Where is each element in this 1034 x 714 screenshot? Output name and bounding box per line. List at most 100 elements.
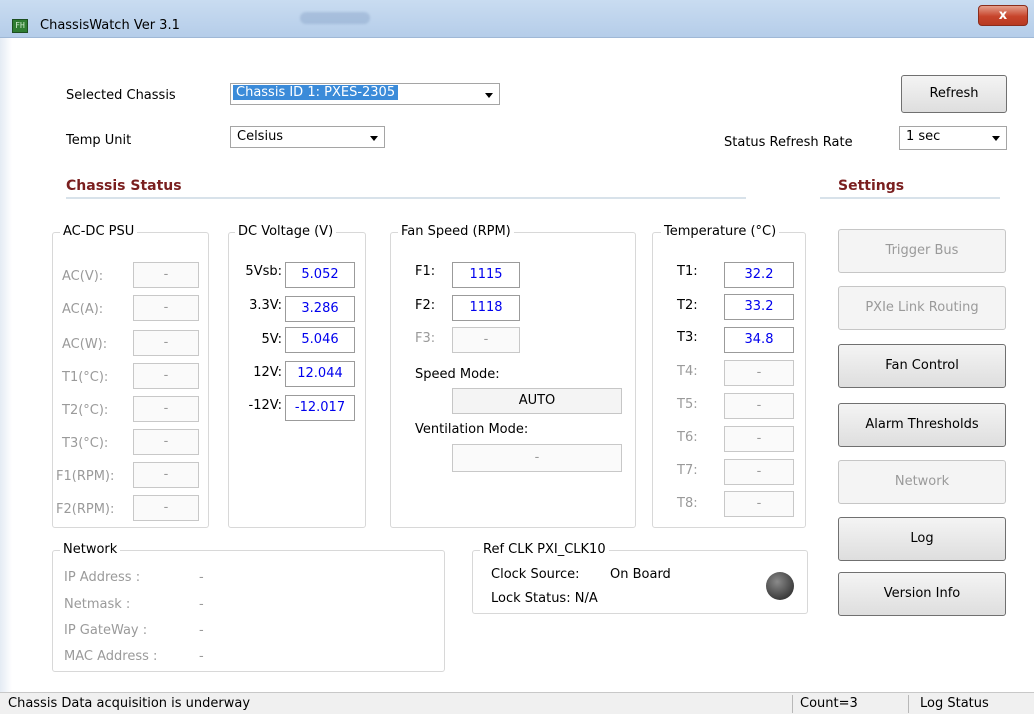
- dc-voltage-value: 5.052: [285, 262, 355, 288]
- status-message: Chassis Data acquisition is underway: [8, 696, 251, 711]
- temperature-title: Temperature (°C): [661, 224, 780, 239]
- pxie-link-routing-button[interactable]: PXIe Link Routing: [838, 286, 1006, 330]
- alarm-thresholds-button[interactable]: Alarm Thresholds: [838, 403, 1006, 447]
- network-title: Network: [60, 542, 121, 557]
- ref-clk-title: Ref CLK PXI_CLK10: [480, 542, 609, 557]
- settings-divider: [820, 197, 1000, 199]
- temperature-label: T5:: [677, 397, 698, 412]
- psu-value: -: [133, 429, 199, 455]
- dc-voltage-value: 12.044: [285, 361, 355, 387]
- temperature-label: T1:: [677, 264, 698, 279]
- fan-speed-value: 1115: [452, 262, 520, 288]
- psu-value: -: [133, 262, 199, 288]
- selected-chassis-dropdown[interactable]: Chassis ID 1: PXES-2305: [230, 83, 500, 105]
- ventilation-mode-value: -: [452, 444, 622, 472]
- log-button[interactable]: Log: [838, 517, 1006, 561]
- temperature-value: -: [724, 426, 794, 452]
- dc-voltage-value: 5.046: [285, 327, 355, 353]
- psu-label: AC(W):: [62, 337, 108, 352]
- network-button[interactable]: Network: [838, 460, 1006, 504]
- network-value: -: [199, 570, 204, 585]
- fan-speed-value: 1118: [452, 295, 520, 321]
- fan-control-button[interactable]: Fan Control: [838, 344, 1006, 388]
- psu-label: AC(V):: [62, 269, 104, 284]
- title-bar: FH ChassisWatch Ver 3.1 x: [0, 0, 1034, 38]
- psu-label: T2(°C):: [62, 403, 109, 418]
- version-info-button[interactable]: Version Info: [838, 572, 1006, 616]
- chassis-status-divider: [66, 197, 746, 199]
- network-label: IP GateWay :: [64, 623, 148, 638]
- fan-speed-value: -: [452, 327, 520, 353]
- fan-speed-label: F1:: [415, 264, 436, 279]
- settings-heading: Settings: [838, 178, 905, 194]
- temperature-value: -: [724, 360, 794, 386]
- temperature-value: -: [724, 459, 794, 485]
- psu-label: AC(A):: [62, 302, 104, 317]
- status-log-status: Log Status: [920, 696, 989, 711]
- status-refresh-rate-dropdown[interactable]: 1 sec: [899, 126, 1007, 150]
- selected-chassis-value: Chassis ID 1: PXES-2305: [233, 85, 399, 100]
- fan-speed-title: Fan Speed (RPM): [398, 224, 514, 239]
- temperature-value: 33.2: [724, 294, 794, 320]
- status-separator: [908, 695, 909, 713]
- app-icon: FH: [12, 19, 28, 33]
- dc-voltage-value: 3.286: [285, 296, 355, 322]
- network-label: MAC Address :: [64, 649, 158, 664]
- ventilation-mode-label: Ventilation Mode:: [415, 422, 529, 437]
- close-button[interactable]: x: [978, 5, 1028, 26]
- speed-mode-value: AUTO: [452, 388, 622, 414]
- window-title: ChassisWatch Ver 3.1: [40, 18, 180, 33]
- temperature-label: T7:: [677, 463, 698, 478]
- network-value: -: [199, 623, 204, 638]
- dc-voltage-value: -12.017: [285, 395, 355, 421]
- trigger-bus-button[interactable]: Trigger Bus: [838, 229, 1006, 273]
- psu-value: -: [133, 396, 199, 422]
- dc-voltage-label: 12V:: [253, 365, 282, 380]
- temperature-value: -: [724, 491, 794, 517]
- psu-value: -: [133, 295, 199, 321]
- dc-voltage-label: -12V:: [248, 398, 282, 413]
- status-refresh-rate-label: Status Refresh Rate: [724, 135, 853, 150]
- network-label: IP Address :: [64, 570, 141, 585]
- temperature-value: 34.8: [724, 327, 794, 353]
- chevron-down-icon: [992, 136, 1000, 141]
- dc-voltage-label: 5V:: [261, 332, 282, 347]
- chevron-down-icon: [485, 93, 493, 98]
- fan-speed-label: F3:: [415, 331, 436, 346]
- dc-voltage-label: 5Vsb:: [245, 264, 282, 279]
- temperature-label: T8:: [677, 496, 698, 511]
- psu-value: -: [133, 495, 199, 521]
- status-count: Count=3: [800, 696, 858, 711]
- network-label: Netmask :: [64, 597, 131, 612]
- temperature-label: T4:: [677, 364, 698, 379]
- temperature-value: 32.2: [724, 262, 794, 288]
- psu-value: -: [133, 363, 199, 389]
- dc-voltage-title: DC Voltage (V): [235, 224, 337, 239]
- psu-value: -: [133, 330, 199, 356]
- chevron-down-icon: [370, 136, 378, 141]
- temp-unit-dropdown[interactable]: Celsius: [230, 126, 385, 148]
- psu-value: -: [133, 462, 199, 488]
- chassis-status-heading: Chassis Status: [66, 178, 182, 194]
- network-value: -: [199, 597, 204, 612]
- temperature-label: T3:: [677, 330, 698, 345]
- network-value: -: [199, 649, 204, 664]
- temperature-label: T2:: [677, 298, 698, 313]
- psu-label: T1(°C):: [62, 370, 109, 385]
- temperature-label: T6:: [677, 430, 698, 445]
- speed-mode-label: Speed Mode:: [415, 367, 500, 382]
- ac-dc-psu-title: AC-DC PSU: [60, 224, 138, 239]
- temp-unit-label: Temp Unit: [66, 133, 132, 148]
- fan-speed-label: F2:: [415, 298, 436, 313]
- psu-label: F1(RPM):: [56, 469, 115, 484]
- status-refresh-rate-value: 1 sec: [906, 129, 941, 144]
- psu-label: F2(RPM):: [56, 502, 115, 517]
- title-blur: [300, 12, 370, 24]
- refresh-button[interactable]: Refresh: [901, 75, 1007, 113]
- psu-label: T3(°C):: [62, 436, 109, 451]
- selected-chassis-label: Selected Chassis: [66, 88, 176, 103]
- status-separator: [792, 695, 793, 713]
- temp-unit-value: Celsius: [237, 129, 284, 144]
- lock-status: Lock Status: N/A: [491, 591, 598, 606]
- dc-voltage-label: 3.3V:: [249, 298, 282, 313]
